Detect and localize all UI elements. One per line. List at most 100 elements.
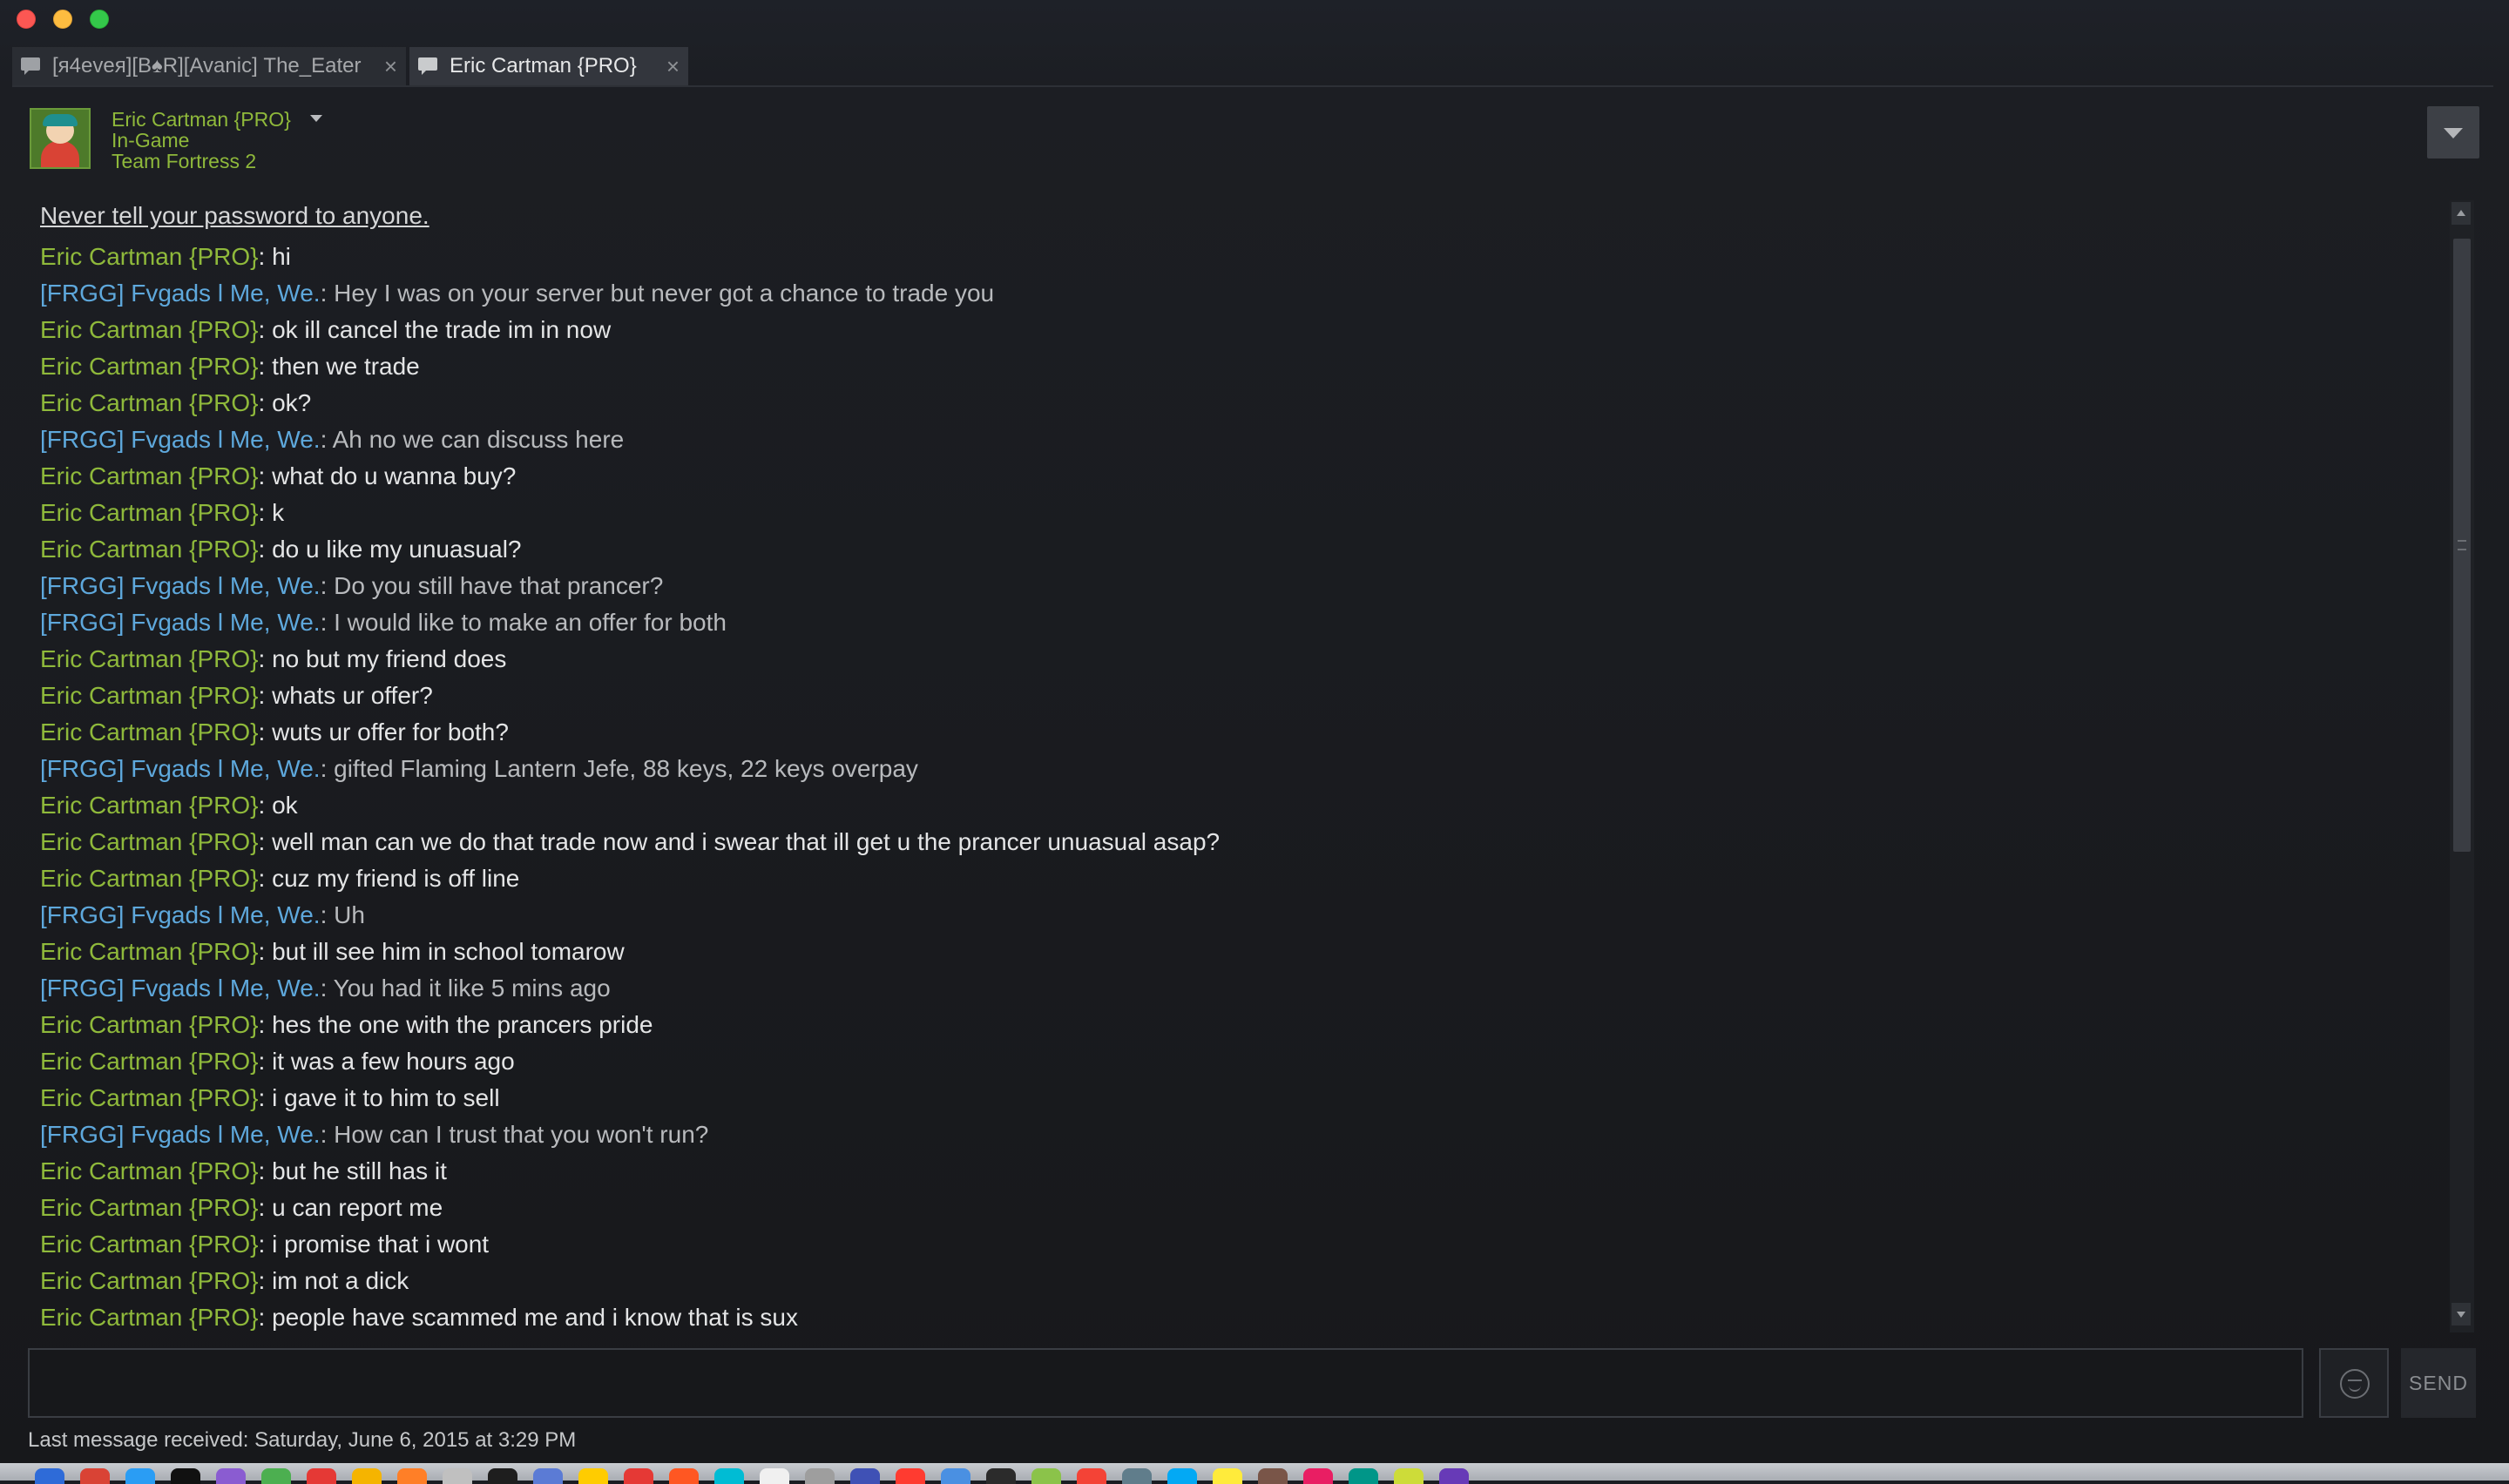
dock-app-icon[interactable] [1167, 1468, 1197, 1484]
chat-tab-eric-cartman[interactable]: Eric Cartman {PRO} × [409, 47, 688, 85]
message-text: : ok [258, 792, 298, 819]
chat-scrollbar-thumb[interactable] [2453, 239, 2471, 852]
message-sender[interactable]: [FRGG] Fvgads l Me, We. [40, 755, 321, 782]
dock-app-icon[interactable] [669, 1468, 699, 1484]
dock-app-icon[interactable] [1439, 1468, 1469, 1484]
message-sender[interactable]: Eric Cartman {PRO} [40, 718, 259, 745]
chat-message: [FRGG] Fvgads l Me, We.: Hey I was on yo… [40, 275, 1220, 312]
message-sender[interactable]: [FRGG] Fvgads l Me, We. [40, 572, 321, 599]
send-button[interactable]: SEND [2401, 1348, 2476, 1418]
dock-icons [35, 1468, 2474, 1484]
close-tab-icon[interactable]: × [384, 53, 397, 80]
dock-app-icon[interactable] [261, 1468, 291, 1484]
chat-message: Eric Cartman {PRO}: i gave it to him to … [40, 1080, 1220, 1116]
contact-status: In-Game [112, 129, 190, 152]
dock-app-icon[interactable] [578, 1468, 608, 1484]
message-sender[interactable]: Eric Cartman {PRO} [40, 1231, 259, 1258]
message-input[interactable] [28, 1348, 2303, 1418]
dock-app-icon[interactable] [624, 1468, 653, 1484]
dock-app-icon[interactable] [488, 1468, 517, 1484]
close-window-button[interactable] [17, 10, 36, 29]
dock-app-icon[interactable] [1077, 1468, 1106, 1484]
chat-message: Eric Cartman {PRO}: k [40, 495, 1220, 531]
message-sender[interactable]: Eric Cartman {PRO} [40, 865, 259, 892]
message-sender[interactable]: [FRGG] Fvgads l Me, We. [40, 280, 321, 307]
message-text: : then we trade [258, 353, 420, 380]
scroll-down-arrow-icon[interactable] [2452, 1303, 2471, 1325]
message-sender[interactable]: Eric Cartman {PRO} [40, 1011, 259, 1038]
dock-app-icon[interactable] [1031, 1468, 1061, 1484]
contact-name[interactable]: Eric Cartman {PRO} [112, 108, 291, 132]
message-text: : How can I trust that you won't run? [320, 1121, 709, 1148]
chat-message: Eric Cartman {PRO}: no but my friend doe… [40, 641, 1220, 678]
message-sender[interactable]: Eric Cartman {PRO} [40, 536, 259, 563]
dock-app-icon[interactable] [1349, 1468, 1378, 1484]
chat-message: [FRGG] Fvgads l Me, We.: Uh [40, 897, 1220, 934]
dock-app-icon[interactable] [307, 1468, 336, 1484]
avatar[interactable] [30, 108, 91, 169]
dock-app-icon[interactable] [1213, 1468, 1242, 1484]
message-sender[interactable]: [FRGG] Fvgads l Me, We. [40, 426, 321, 453]
message-sender[interactable]: Eric Cartman {PRO} [40, 792, 259, 819]
message-sender[interactable]: Eric Cartman {PRO} [40, 828, 259, 855]
dock-app-icon[interactable] [216, 1468, 246, 1484]
message-sender[interactable]: Eric Cartman {PRO} [40, 645, 259, 672]
dock-app-icon[interactable] [352, 1468, 382, 1484]
message-sender[interactable]: [FRGG] Fvgads l Me, We. [40, 901, 321, 928]
message-sender[interactable]: [FRGG] Fvgads l Me, We. [40, 1121, 321, 1148]
message-sender[interactable]: [FRGG] Fvgads l Me, We. [40, 975, 321, 1002]
scroll-up-arrow-icon[interactable] [2452, 202, 2471, 225]
chat-message: Eric Cartman {PRO}: whats ur offer? [40, 678, 1220, 714]
minimize-window-button[interactable] [53, 10, 72, 29]
tab-label: Eric Cartman {PRO} [450, 54, 637, 78]
contact-game: Team Fortress 2 [112, 150, 257, 172]
message-text: : You had it like 5 mins ago [320, 975, 611, 1002]
dock-app-icon[interactable] [1394, 1468, 1424, 1484]
message-sender[interactable]: Eric Cartman {PRO} [40, 682, 259, 709]
message-sender[interactable]: Eric Cartman {PRO} [40, 462, 259, 489]
dock-app-icon[interactable] [125, 1468, 155, 1484]
zoom-window-button[interactable] [90, 10, 109, 29]
dock-app-icon[interactable] [986, 1468, 1016, 1484]
close-tab-icon[interactable]: × [666, 53, 680, 80]
dock-app-icon[interactable] [760, 1468, 789, 1484]
message-sender[interactable]: Eric Cartman {PRO} [40, 353, 259, 380]
dock-app-icon[interactable] [171, 1468, 200, 1484]
dock-app-icon[interactable] [1303, 1468, 1333, 1484]
chat-bubble-icon [418, 57, 439, 75]
dock-app-icon[interactable] [714, 1468, 744, 1484]
chat-tab-the-eater[interactable]: [я4eveя][B♠R][Avanic] The_Eater × [12, 47, 406, 85]
message-sender[interactable]: Eric Cartman {PRO} [40, 1157, 259, 1184]
dock-app-icon[interactable] [896, 1468, 925, 1484]
message-text: : well man can we do that trade now and … [258, 828, 1221, 855]
message-sender[interactable]: Eric Cartman {PRO} [40, 1194, 259, 1221]
message-sender[interactable]: Eric Cartman {PRO} [40, 499, 259, 526]
dock-app-icon[interactable] [80, 1468, 110, 1484]
message-sender[interactable]: Eric Cartman {PRO} [40, 316, 259, 343]
dock-app-icon[interactable] [35, 1468, 64, 1484]
dock-app-icon[interactable] [1122, 1468, 1152, 1484]
dock-app-icon[interactable] [805, 1468, 835, 1484]
chat-message: Eric Cartman {PRO}: i promise that i won… [40, 1226, 1220, 1263]
chat-log: Never tell your password to anyone. Eric… [26, 192, 2441, 1338]
chevron-down-icon[interactable] [310, 115, 322, 122]
message-sender[interactable]: Eric Cartman {PRO} [40, 1048, 259, 1075]
message-sender[interactable]: Eric Cartman {PRO} [40, 243, 259, 270]
chat-options-dropdown-button[interactable] [2427, 106, 2479, 159]
message-sender[interactable]: [FRGG] Fvgads l Me, We. [40, 609, 321, 636]
message-sender[interactable]: Eric Cartman {PRO} [40, 1084, 259, 1111]
message-sender[interactable]: Eric Cartman {PRO} [40, 389, 259, 416]
dock-app-icon[interactable] [533, 1468, 563, 1484]
dock-app-icon[interactable] [850, 1468, 880, 1484]
dock-app-icon[interactable] [443, 1468, 472, 1484]
dock-app-icon[interactable] [397, 1468, 427, 1484]
message-sender[interactable]: Eric Cartman {PRO} [40, 1304, 259, 1331]
dock-app-icon[interactable] [941, 1468, 970, 1484]
emoticon-button[interactable] [2319, 1348, 2389, 1418]
message-sender[interactable]: Eric Cartman {PRO} [40, 938, 259, 965]
message-text: : im not a dick [258, 1267, 409, 1294]
title-bar[interactable] [0, 0, 2509, 54]
message-sender[interactable]: Eric Cartman {PRO} [40, 1267, 259, 1294]
chat-message: Eric Cartman {PRO}: u can report me [40, 1190, 1220, 1226]
dock-app-icon[interactable] [1258, 1468, 1288, 1484]
